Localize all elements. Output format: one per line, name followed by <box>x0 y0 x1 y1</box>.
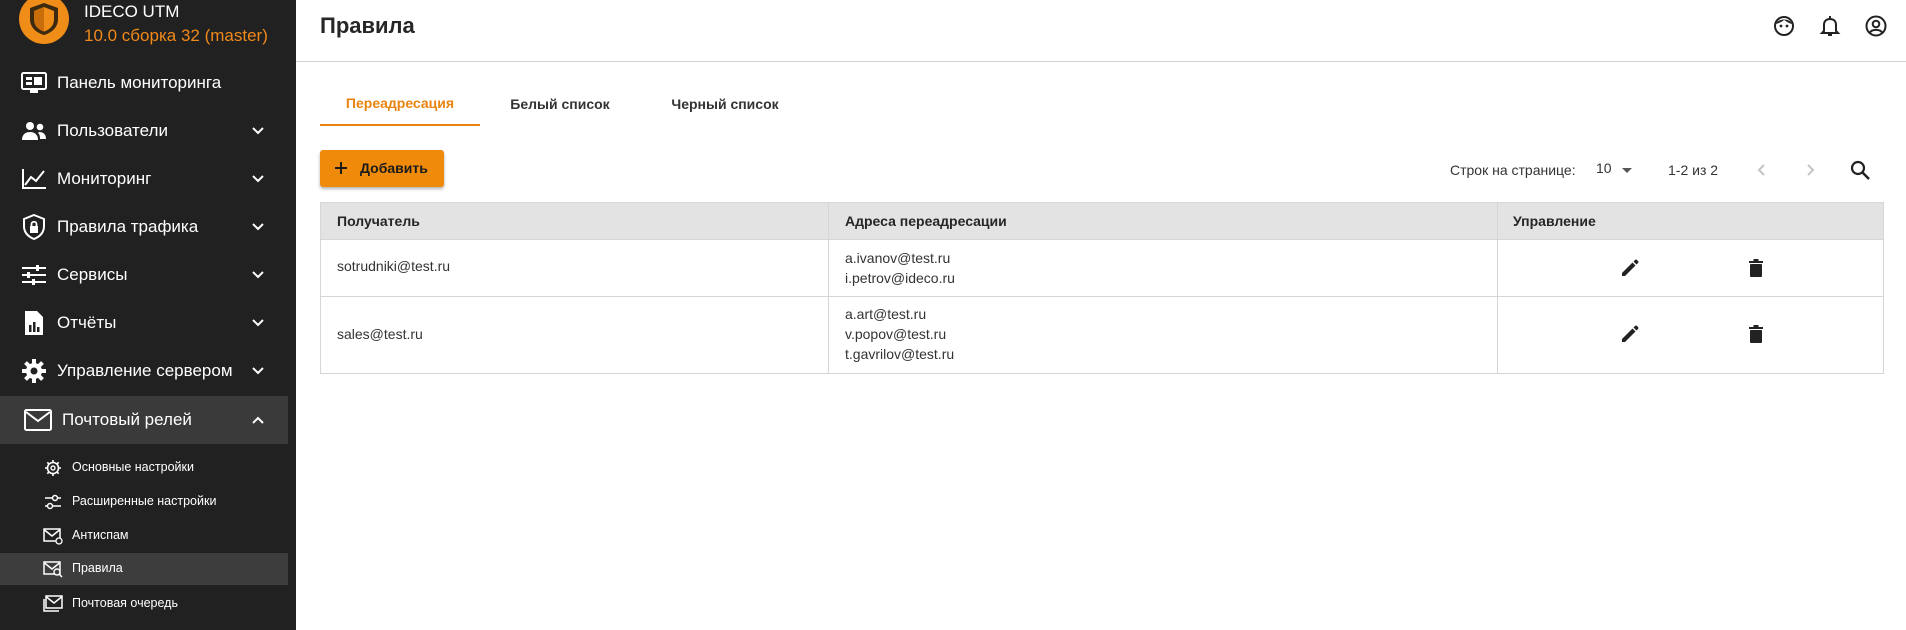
sidebar-subitem-antispam[interactable]: Антиспам <box>0 520 288 552</box>
ideco-logo-icon <box>19 0 69 44</box>
address-item: i.petrov@ideco.ru <box>845 270 955 286</box>
mail-search-icon <box>43 561 63 578</box>
monitor-dashboard-icon <box>20 70 48 96</box>
rows-per-page-value: 10 <box>1596 160 1612 176</box>
mail-queue-icon <box>43 595 63 612</box>
address-item: t.gavrilov@test.ru <box>845 346 955 362</box>
address-item: v.popov@test.ru <box>845 326 947 342</box>
sidebar: IDECO UTM 10.0 сборка 32 (master) Панель… <box>0 0 296 630</box>
rows-per-page-select[interactable]: 10 <box>1596 160 1636 182</box>
tab-forwarding[interactable]: Переадресация <box>320 82 480 126</box>
column-divider <box>1497 297 1498 373</box>
sidebar-subitem-basic-settings[interactable]: Основные настройки <box>0 452 288 484</box>
report-icon <box>20 310 48 336</box>
sidebar-subitem-mail-queue[interactable]: Почтовая очередь <box>0 588 288 620</box>
sidebar-subitem-label: Расширенные настройки <box>72 494 217 508</box>
page-title: Правила <box>320 13 415 38</box>
delete-trash-icon[interactable] <box>1744 322 1768 346</box>
users-icon <box>20 118 48 144</box>
sidebar-item-reports[interactable]: Отчёты <box>0 299 288 347</box>
sidebar-subitem-label: Основные настройки <box>72 460 194 474</box>
search-icon[interactable] <box>1848 158 1872 182</box>
column-divider <box>1497 240 1498 296</box>
table-row[interactable]: sales@test.ru a.art@test.ru v.popov@test… <box>321 297 1883 373</box>
edit-pencil-icon[interactable] <box>1618 322 1642 346</box>
sidebar-item-label: Отчёты <box>57 313 117 332</box>
sidebar-subitem-label: Правила <box>72 561 123 575</box>
sidebar-item-monitoring[interactable]: Мониторинг <box>0 155 288 203</box>
sidebar-item-label: Правила трафика <box>57 217 199 236</box>
chevron-down-icon <box>252 175 264 183</box>
recipient-cell: sales@test.ru <box>337 326 423 342</box>
address-item: a.ivanov@test.ru <box>845 250 951 266</box>
pagination-range: 1-2 из 2 <box>1668 162 1719 178</box>
rows-per-page-label: Строк на странице: <box>1450 162 1576 178</box>
recipient-cell: sotrudniki@test.ru <box>337 258 451 274</box>
column-divider <box>828 240 829 296</box>
sidebar-item-label: Мониторинг <box>57 169 152 188</box>
sliders-icon <box>20 262 48 288</box>
support-icon[interactable] <box>1772 14 1796 38</box>
sidebar-subitem-rules[interactable]: Правила <box>0 553 288 585</box>
column-header-recipient: Получатель <box>337 213 420 229</box>
chevron-left-icon[interactable] <box>1752 160 1772 180</box>
table-row[interactable]: sotrudniki@test.ru a.ivanov@test.ru i.pe… <box>321 240 1883 297</box>
edit-pencil-icon[interactable] <box>1618 256 1642 280</box>
sliders-icon <box>45 494 61 510</box>
sidebar-item-traffic-rules[interactable]: Правила трафика <box>0 203 288 251</box>
sidebar-item-server-management[interactable]: Управление сервером <box>0 347 288 395</box>
sidebar-item-dashboard[interactable]: Панель мониторинга <box>0 59 288 107</box>
add-button[interactable]: Добавить <box>320 150 444 187</box>
shield-lock-icon <box>20 214 48 240</box>
app-root: IDECO UTM 10.0 сборка 32 (master) Панель… <box>0 0 1906 630</box>
column-header-addresses: Адреса переадресации <box>845 213 1007 229</box>
gear-icon <box>20 358 48 384</box>
bell-icon[interactable] <box>1818 14 1842 38</box>
sidebar-subitem-advanced-settings[interactable]: Расширенные настройки <box>0 486 288 518</box>
chevron-down-icon <box>252 223 264 231</box>
mail-block-icon <box>43 528 63 545</box>
chevron-right-icon[interactable] <box>1800 160 1820 180</box>
chevron-up-icon <box>252 416 264 424</box>
chart-line-icon <box>20 166 48 192</box>
sidebar-subitem-label: Почтовая очередь <box>72 596 178 610</box>
chevron-down-icon <box>252 127 264 135</box>
chevron-down-icon <box>252 319 264 327</box>
addresses-cell: a.art@test.ru v.popov@test.ru t.gavrilov… <box>845 304 954 364</box>
addresses-cell: a.ivanov@test.ru i.petrov@ideco.ru <box>845 248 955 288</box>
address-item: a.art@test.ru <box>845 306 927 322</box>
sidebar-subitem-label: Антиспам <box>72 528 129 542</box>
forwarding-table: Получатель Адреса переадресации Управлен… <box>320 202 1884 374</box>
sidebar-item-users[interactable]: Пользователи <box>0 107 288 155</box>
brand: IDECO UTM 10.0 сборка 32 (master) <box>0 0 296 54</box>
chevron-down-icon <box>252 367 264 375</box>
brand-version: 10.0 сборка 32 (master) <box>84 26 268 45</box>
column-divider <box>828 297 829 373</box>
sidebar-item-label: Управление сервером <box>57 361 233 380</box>
sidebar-item-label: Почтовый релей <box>62 410 192 429</box>
table-header: Получатель Адреса переадресации Управлен… <box>321 203 1883 240</box>
top-header: Правила <box>296 0 1906 62</box>
gear-icon <box>45 460 61 476</box>
plus-icon <box>335 162 347 174</box>
column-divider <box>828 203 829 239</box>
add-button-label: Добавить <box>360 160 428 176</box>
tab-blacklist[interactable]: Черный список <box>650 82 800 126</box>
tab-whitelist[interactable]: Белый список <box>490 82 630 126</box>
mail-icon <box>24 407 52 433</box>
column-divider <box>1497 203 1498 239</box>
sidebar-item-label: Панель мониторинга <box>57 73 222 92</box>
chevron-down-icon <box>252 271 264 279</box>
sidebar-item-services[interactable]: Сервисы <box>0 251 288 299</box>
caret-down-icon <box>1622 168 1632 173</box>
sidebar-item-label: Пользователи <box>57 121 168 140</box>
sidebar-item-mail-relay[interactable]: Почтовый релей <box>0 396 288 444</box>
account-icon[interactable] <box>1864 14 1888 38</box>
brand-name: IDECO UTM <box>84 2 180 21</box>
sidebar-item-label: Сервисы <box>57 265 128 284</box>
column-header-actions: Управление <box>1513 213 1596 229</box>
delete-trash-icon[interactable] <box>1744 256 1768 280</box>
